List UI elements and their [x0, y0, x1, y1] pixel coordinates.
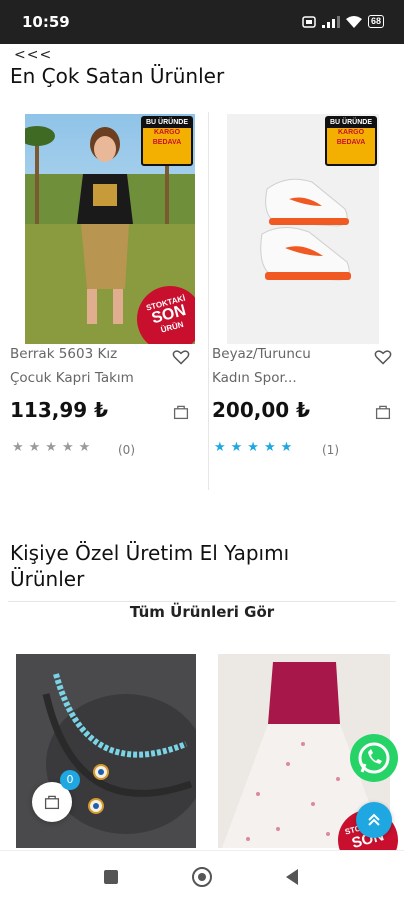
badge-text: KARGO [153, 129, 181, 136]
section-title-bestsellers: En Çok Satan Ürünler [10, 64, 225, 88]
product-image[interactable]: BU ÜRÜNDE KARGO BEDAVA STOKTAKİ SON ÜRÜN [25, 114, 195, 344]
section-title-handmade: Kişiye Özel Üretim El Yapımı Ürünler [10, 540, 289, 592]
system-nav-bar [0, 850, 404, 901]
rating-count: (1) [322, 443, 339, 457]
free-shipping-badge: BU ÜRÜNDE KARGO BEDAVA [325, 116, 377, 166]
add-to-cart-icon[interactable] [173, 404, 189, 420]
add-to-cart-icon[interactable] [375, 404, 391, 420]
product-name[interactable]: Berrak 5603 Kız Çocuk Kapri Takım [10, 342, 170, 390]
chevron-up-icon [368, 813, 380, 826]
battery-icon: 68 [367, 15, 384, 28]
product-name-line: Beyaz/Turuncu [212, 346, 311, 362]
whatsapp-icon [358, 742, 390, 774]
scroll-top-button[interactable] [356, 802, 392, 838]
heart-icon[interactable] [374, 349, 392, 365]
product-name-line: Kadın Spor... [212, 370, 297, 386]
card-divider [208, 112, 209, 490]
heart-icon[interactable] [172, 349, 190, 365]
home-button[interactable] [192, 867, 212, 887]
rating-count: (0) [118, 443, 135, 457]
product-card[interactable] [8, 648, 204, 848]
recent-apps-button[interactable] [104, 870, 118, 884]
product-card[interactable]: BU ÜRÜNDE KARGO BEDAVA STOKTAKİ SON ÜRÜN… [8, 108, 204, 488]
back-triangle-icon[interactable] [284, 868, 300, 886]
wifi-icon [345, 15, 362, 28]
section-divider [8, 601, 396, 602]
product-name-line: Berrak 5603 Kız [10, 346, 118, 362]
floating-cart-button[interactable]: 0 [32, 770, 80, 822]
product-name-line: Çocuk Kapri Takım [10, 370, 134, 386]
badge-text: BEDAVA [336, 139, 366, 146]
signal-icon [321, 15, 340, 28]
product-card[interactable]: BU ÜRÜNDE KARGO BEDAVA Beyaz/Turuncu Kad… [210, 108, 404, 488]
view-all-products-link[interactable]: Tüm Ürünleri Gör [0, 603, 404, 621]
rating-stars: ★★★★★ [12, 439, 96, 454]
product-image[interactable]: BU ÜRÜNDE KARGO BEDAVA [227, 114, 379, 344]
product-price: 113,99 ₺ [10, 398, 109, 422]
badge-text: BEDAVA [152, 139, 182, 146]
section-title-line: Ürünler [10, 567, 85, 591]
free-shipping-badge: BU ÜRÜNDE KARGO BEDAVA [141, 116, 193, 166]
badge-text: BU ÜRÜNDE [327, 118, 375, 128]
back-button[interactable]: <<< [14, 47, 52, 63]
cart-count-badge: 0 [60, 770, 80, 790]
status-bar: 10:59 68 [0, 0, 404, 44]
badge-text: KARGO [337, 129, 365, 136]
product-name[interactable]: Beyaz/Turuncu Kadın Spor... [212, 342, 372, 390]
whatsapp-button[interactable] [350, 734, 398, 782]
status-time: 10:59 [22, 13, 70, 31]
rating-stars: ★★★★★ [214, 439, 298, 454]
section-title-line: Kişiye Özel Üretim El Yapımı [10, 541, 290, 565]
product-price: 200,00 ₺ [212, 398, 311, 422]
sim-icon [302, 15, 316, 28]
cart-bag-icon [44, 795, 60, 810]
status-icons: 68 [302, 15, 384, 28]
badge-text: BU ÜRÜNDE [143, 118, 191, 128]
